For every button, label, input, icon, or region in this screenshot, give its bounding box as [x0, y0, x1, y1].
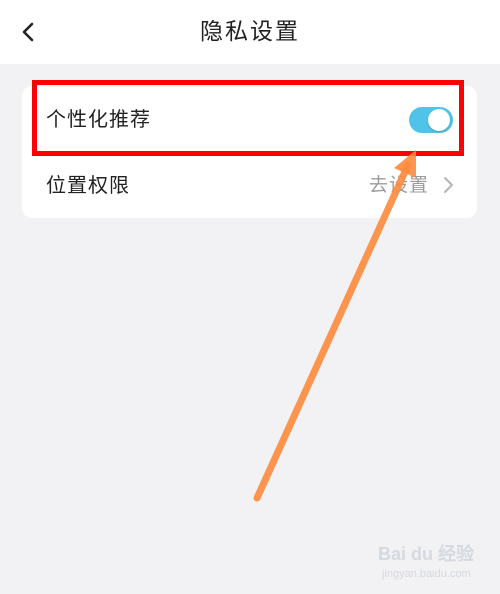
personalized-recommendation-toggle[interactable] — [409, 107, 453, 133]
watermark-text: Bai du 经验 — [378, 544, 475, 564]
settings-row-personalized-recommendation[interactable]: 个性化推荐 — [22, 86, 477, 152]
chevron-right-icon — [444, 177, 453, 193]
go-to-settings-link[interactable]: 去设置 — [369, 152, 429, 218]
settings-row-location-permission[interactable]: 位置权限 去设置 — [22, 152, 477, 218]
baidu-jingyan-watermark: Bai du 经验 jingyan.baidu.com — [378, 538, 493, 588]
watermark-url: jingyan.baidu.com — [382, 568, 471, 580]
page-title: 隐私设置 — [200, 19, 300, 45]
settings-row-label: 个性化推荐 — [46, 107, 151, 131]
top-bar: 隐私设置 — [0, 0, 500, 64]
settings-row-label: 位置权限 — [46, 173, 130, 197]
settings-card: 个性化推荐 位置权限 去设置 — [22, 86, 477, 218]
toggle-knob — [428, 109, 450, 131]
